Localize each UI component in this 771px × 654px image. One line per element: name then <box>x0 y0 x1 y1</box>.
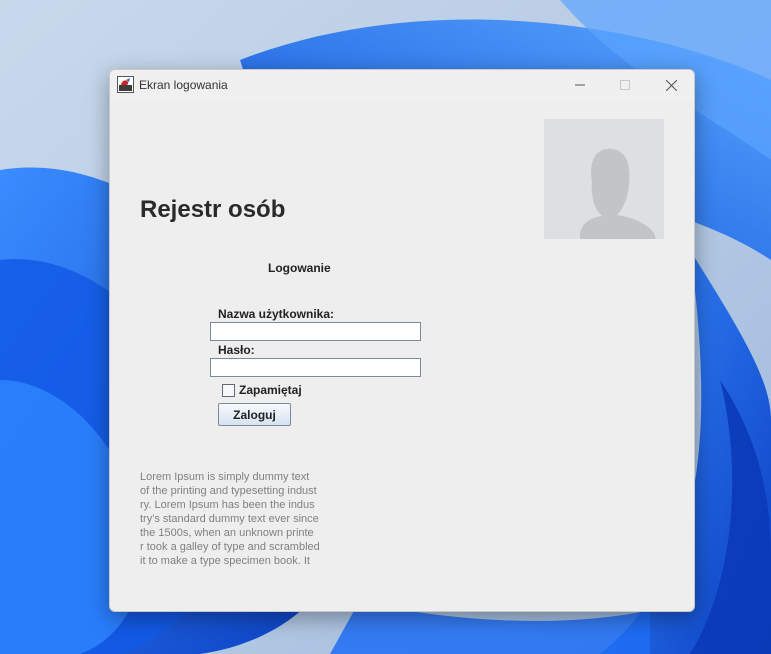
login-section-title: Logowanie <box>268 261 331 275</box>
remember-me-checkbox[interactable]: Zapamiętaj <box>222 383 302 397</box>
checkbox-box[interactable] <box>222 383 235 397</box>
window-content: Rejestr osób Logowanie Nazwa użytkownika… <box>110 100 694 611</box>
description-line: try's standard dummy text ever since <box>140 513 319 525</box>
login-button[interactable]: Zaloguj <box>218 403 291 426</box>
username-label: Nazwa użytkownika: <box>218 307 335 321</box>
description-line: Lorem Ipsum is simply dummy text <box>140 471 310 483</box>
description-line: the 1500s, when an unknown printe <box>140 527 314 539</box>
description-line: it to make a type specimen book. It <box>140 555 310 567</box>
window-title: Ekran logowania <box>139 78 228 92</box>
description-text: Lorem Ipsum is simply dummy text of the … <box>140 470 344 568</box>
password-label: Hasło: <box>218 343 255 357</box>
description-line: r took a galley of type and scrambled <box>140 541 320 553</box>
close-button[interactable] <box>648 70 694 100</box>
description-line: of the printing and typesetting indust <box>140 485 317 497</box>
minimize-icon <box>575 84 585 86</box>
maximize-button[interactable] <box>602 70 648 100</box>
maximize-icon <box>620 80 630 90</box>
title-bar[interactable]: Ekran logowania <box>110 70 694 100</box>
close-icon <box>665 79 677 91</box>
person-silhouette-icon <box>580 148 656 239</box>
username-field[interactable] <box>210 322 421 341</box>
description-line: ry. Lorem Ipsum has been the indus <box>140 499 315 511</box>
login-window: Ekran logowania Rejestr osób Logowanie N… <box>109 69 695 612</box>
avatar <box>544 119 664 239</box>
java-app-icon <box>117 76 134 93</box>
minimize-button[interactable] <box>557 70 603 100</box>
page-title: Rejestr osób <box>140 196 286 223</box>
password-field[interactable] <box>210 358 421 377</box>
remember-me-label: Zapamiętaj <box>239 383 302 397</box>
